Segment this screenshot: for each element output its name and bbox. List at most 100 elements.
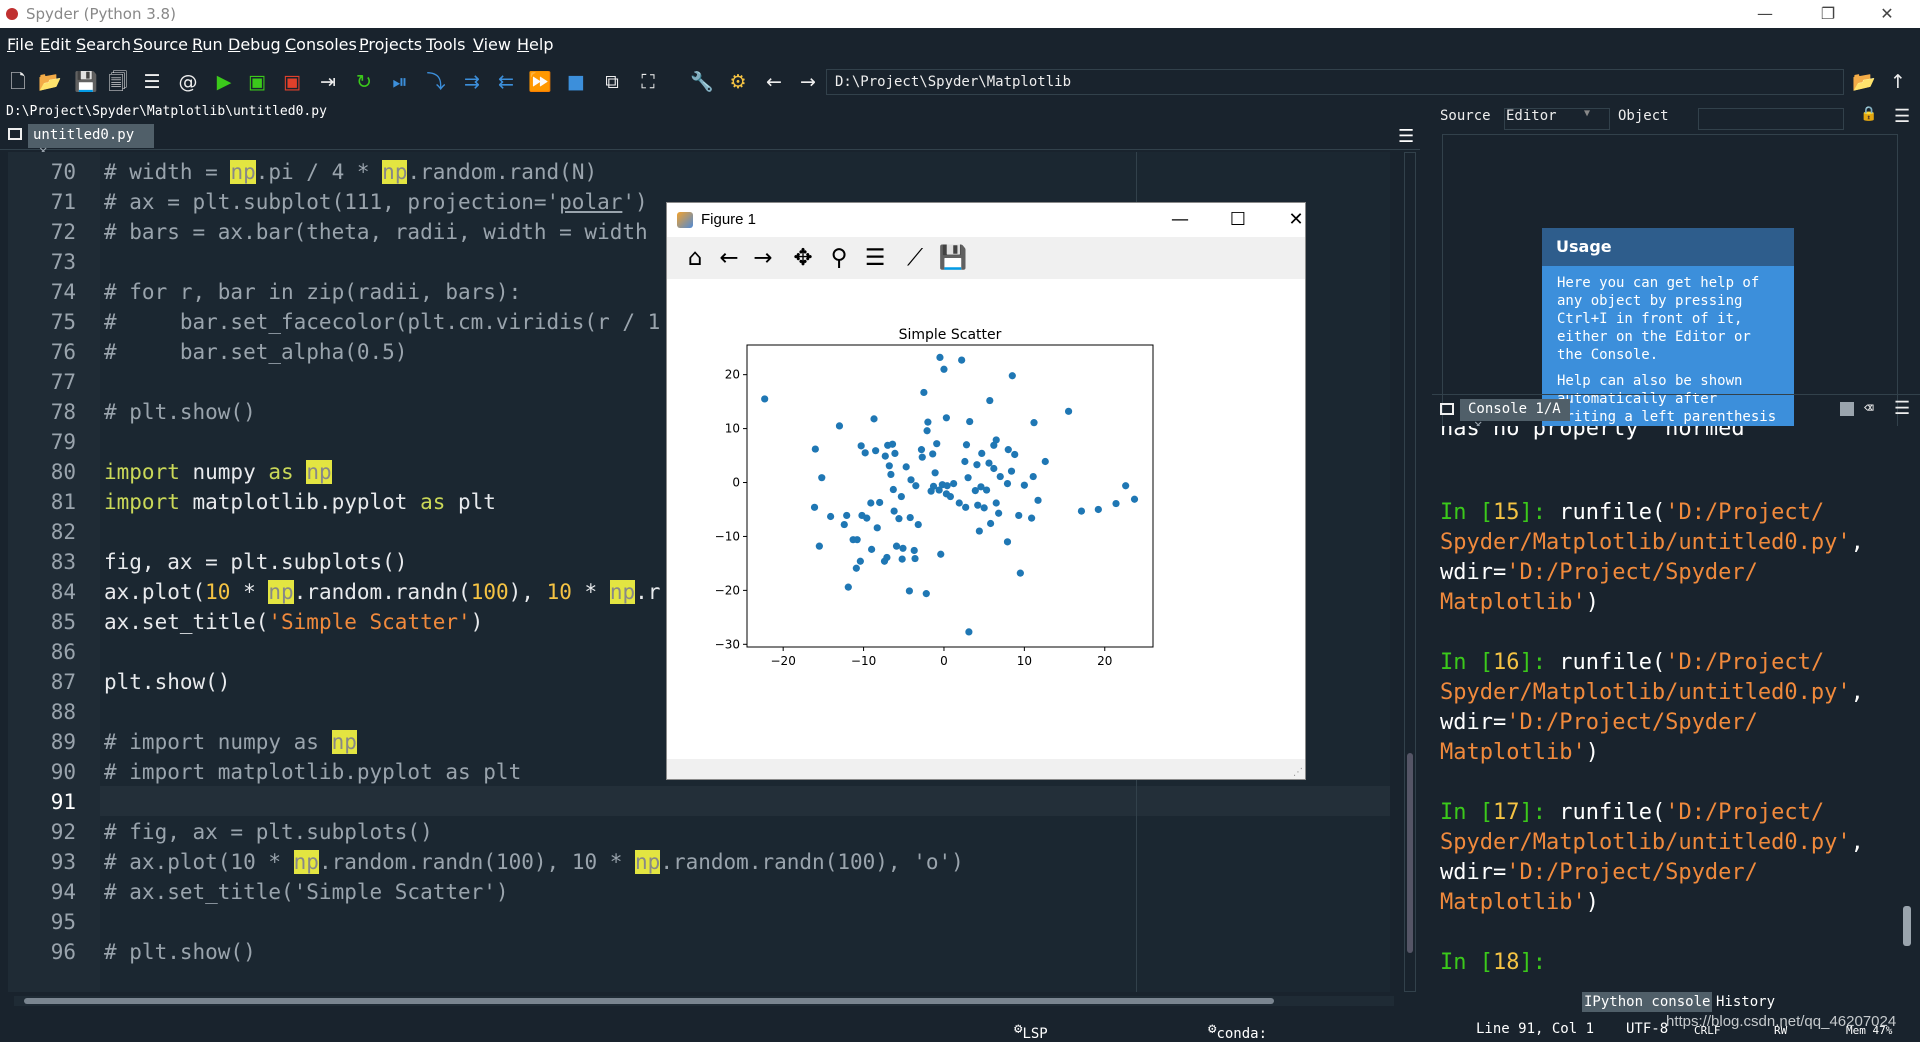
back-icon[interactable]: ←: [713, 243, 745, 273]
code-line-80: import numpy as np: [104, 460, 332, 484]
console-prompt-15: In [15]: runfile('D:/Project/: [1440, 500, 1825, 525]
scrollbar-thumb[interactable]: [1407, 753, 1413, 953]
save-all-icon[interactable]: 🗐: [106, 70, 130, 94]
tab-untitled0[interactable]: untitled0.py ✕: [28, 124, 154, 159]
pan-icon[interactable]: ✥: [787, 243, 819, 273]
scatter-point: [933, 440, 941, 448]
step-return-icon[interactable]: ⇇: [494, 70, 518, 94]
menu-edit[interactable]: Edit: [40, 35, 71, 54]
stop-debug-icon[interactable]: ■: [564, 70, 588, 94]
figure-canvas[interactable]: Simple Scatter −20 −10 0 10 20 −30 −20 −10 0 10 20: [667, 279, 1305, 759]
console-options-menu-icon[interactable]: ☰: [1894, 398, 1910, 419]
menu-file[interactable]: File: [7, 35, 34, 54]
menu-consoles[interactable]: Consoles: [285, 35, 357, 54]
step-into-icon[interactable]: ⇉: [460, 70, 484, 94]
eraser-icon[interactable]: ⌫: [1864, 398, 1874, 417]
save-icon[interactable]: 💾: [74, 70, 98, 94]
edit-axis-icon[interactable]: ⟋: [899, 243, 931, 273]
editor-horizontal-scrollbar[interactable]: [14, 996, 1394, 1006]
list-icon[interactable]: ☰: [140, 70, 164, 94]
parent-dir-icon[interactable]: ↑: [1886, 70, 1910, 94]
close-button[interactable]: ✕: [1864, 0, 1910, 28]
figure-minimize-button[interactable]: —: [1157, 205, 1203, 235]
tab-history[interactable]: History: [1714, 992, 1777, 1012]
figure-close-button[interactable]: ✕: [1273, 205, 1319, 235]
figure-window[interactable]: Figure 1 — ☐ ✕ ⌂ ← → ✥ ⚲ ☰ ⟋ 💾 Simple Sc…: [666, 202, 1306, 780]
menu-debug[interactable]: Debug: [228, 35, 281, 54]
ipython-console[interactable]: has no property 'normed' In [15]: runfil…: [1434, 426, 1902, 986]
y-tick-label: −10: [715, 529, 740, 543]
chevron-down-icon: ▼: [1584, 108, 1591, 119]
new-file-icon[interactable]: 🗋: [6, 70, 30, 94]
scatter-point: [1077, 507, 1086, 515]
resize-grip-icon[interactable]: ⋰: [1293, 767, 1303, 778]
run-icon[interactable]: ▶: [212, 70, 236, 94]
scatter-point: [1130, 495, 1139, 503]
maximize-pane-icon[interactable]: ⧉: [600, 70, 624, 94]
tab-console-1[interactable]: Console 1/A ✕: [1460, 399, 1570, 433]
y-tick-label: −30: [715, 637, 740, 651]
forward-arrow-icon[interactable]: →: [796, 70, 820, 94]
menu-tools[interactable]: Tools: [426, 35, 465, 54]
run-selection-icon[interactable]: ⇥: [316, 70, 340, 94]
preferences-wrench-icon[interactable]: 🔧: [690, 70, 714, 94]
scatter-point: [914, 520, 922, 529]
chart-title: Simple Scatter: [899, 327, 1002, 343]
editor-file-path: D:\Project\Spyder\Matplotlib\untitled0.p…: [6, 104, 327, 119]
open-file-icon[interactable]: 📂: [38, 70, 62, 94]
restore-button[interactable]: ❐: [1805, 0, 1851, 28]
working-directory-combo[interactable]: D:\Project\Spyder\Matplotlib: [826, 69, 1844, 95]
menu-source[interactable]: Source: [133, 35, 188, 54]
rerun-icon[interactable]: ↻: [352, 70, 376, 94]
scatter-point: [902, 463, 910, 471]
at-icon[interactable]: @: [176, 70, 200, 94]
scatter-point: [856, 557, 864, 565]
figure-maximize-button[interactable]: ☐: [1215, 205, 1261, 235]
menu-run[interactable]: Run: [192, 35, 223, 54]
scatter-point: [1016, 569, 1024, 577]
tab-ipython-console[interactable]: IPython console: [1582, 992, 1712, 1012]
scatter-point: [1041, 457, 1049, 466]
scatter-point: [920, 388, 928, 397]
help-options-menu-icon[interactable]: ☰: [1894, 106, 1910, 127]
object-input[interactable]: [1698, 108, 1844, 130]
stop-kernel-icon[interactable]: [1840, 402, 1854, 416]
scatter-point: [1030, 419, 1038, 427]
lock-icon[interactable]: 🔒: [1860, 106, 1877, 122]
continue-icon[interactable]: ⏩: [528, 70, 552, 94]
line-number: 88: [50, 700, 76, 724]
editor-vertical-scrollbar[interactable]: [1404, 152, 1416, 992]
zoom-icon[interactable]: ⚲: [823, 243, 855, 273]
console-scrollbar[interactable]: [1900, 426, 1914, 986]
menu-projects[interactable]: Projects: [359, 35, 422, 54]
menu-help[interactable]: Help: [517, 35, 553, 54]
subplots-config-icon[interactable]: ☰: [859, 243, 891, 273]
browse-tabs-icon[interactable]: [1440, 403, 1454, 415]
run-cell-advance-icon[interactable]: ▣: [280, 70, 304, 94]
forward-icon[interactable]: →: [747, 243, 779, 273]
menu-view[interactable]: View: [473, 35, 511, 54]
scatter-point: [950, 479, 958, 488]
home-icon[interactable]: ⌂: [679, 243, 711, 273]
editor-options-menu-icon[interactable]: ☰: [1398, 126, 1414, 147]
menu-search[interactable]: Search: [76, 35, 131, 54]
python-path-icon[interactable]: ⚙: [726, 70, 750, 94]
fullscreen-icon[interactable]: ⛶: [636, 70, 660, 94]
browse-folder-icon[interactable]: 📂: [1852, 70, 1876, 94]
run-cell-icon[interactable]: ▣: [245, 70, 269, 94]
scrollbar-thumb[interactable]: [24, 998, 1274, 1004]
minimize-button[interactable]: —: [1742, 0, 1788, 28]
step-icon[interactable]: ⤵: [424, 70, 448, 94]
back-arrow-icon[interactable]: ←: [762, 70, 786, 94]
line-number: 73: [50, 250, 76, 274]
save-figure-icon[interactable]: 💾: [937, 243, 969, 273]
scatter-point: [899, 544, 907, 552]
console-tab-label: Console 1/A: [1468, 401, 1561, 417]
browse-tabs-icon[interactable]: [8, 128, 22, 140]
y-tick-label: 10: [725, 422, 740, 436]
scrollbar-thumb[interactable]: [1903, 906, 1911, 946]
scatter-point: [1004, 446, 1012, 454]
x-tick-label: −10: [851, 654, 876, 668]
debug-icon[interactable]: ⏯: [388, 70, 412, 94]
scatter-point: [980, 504, 988, 512]
